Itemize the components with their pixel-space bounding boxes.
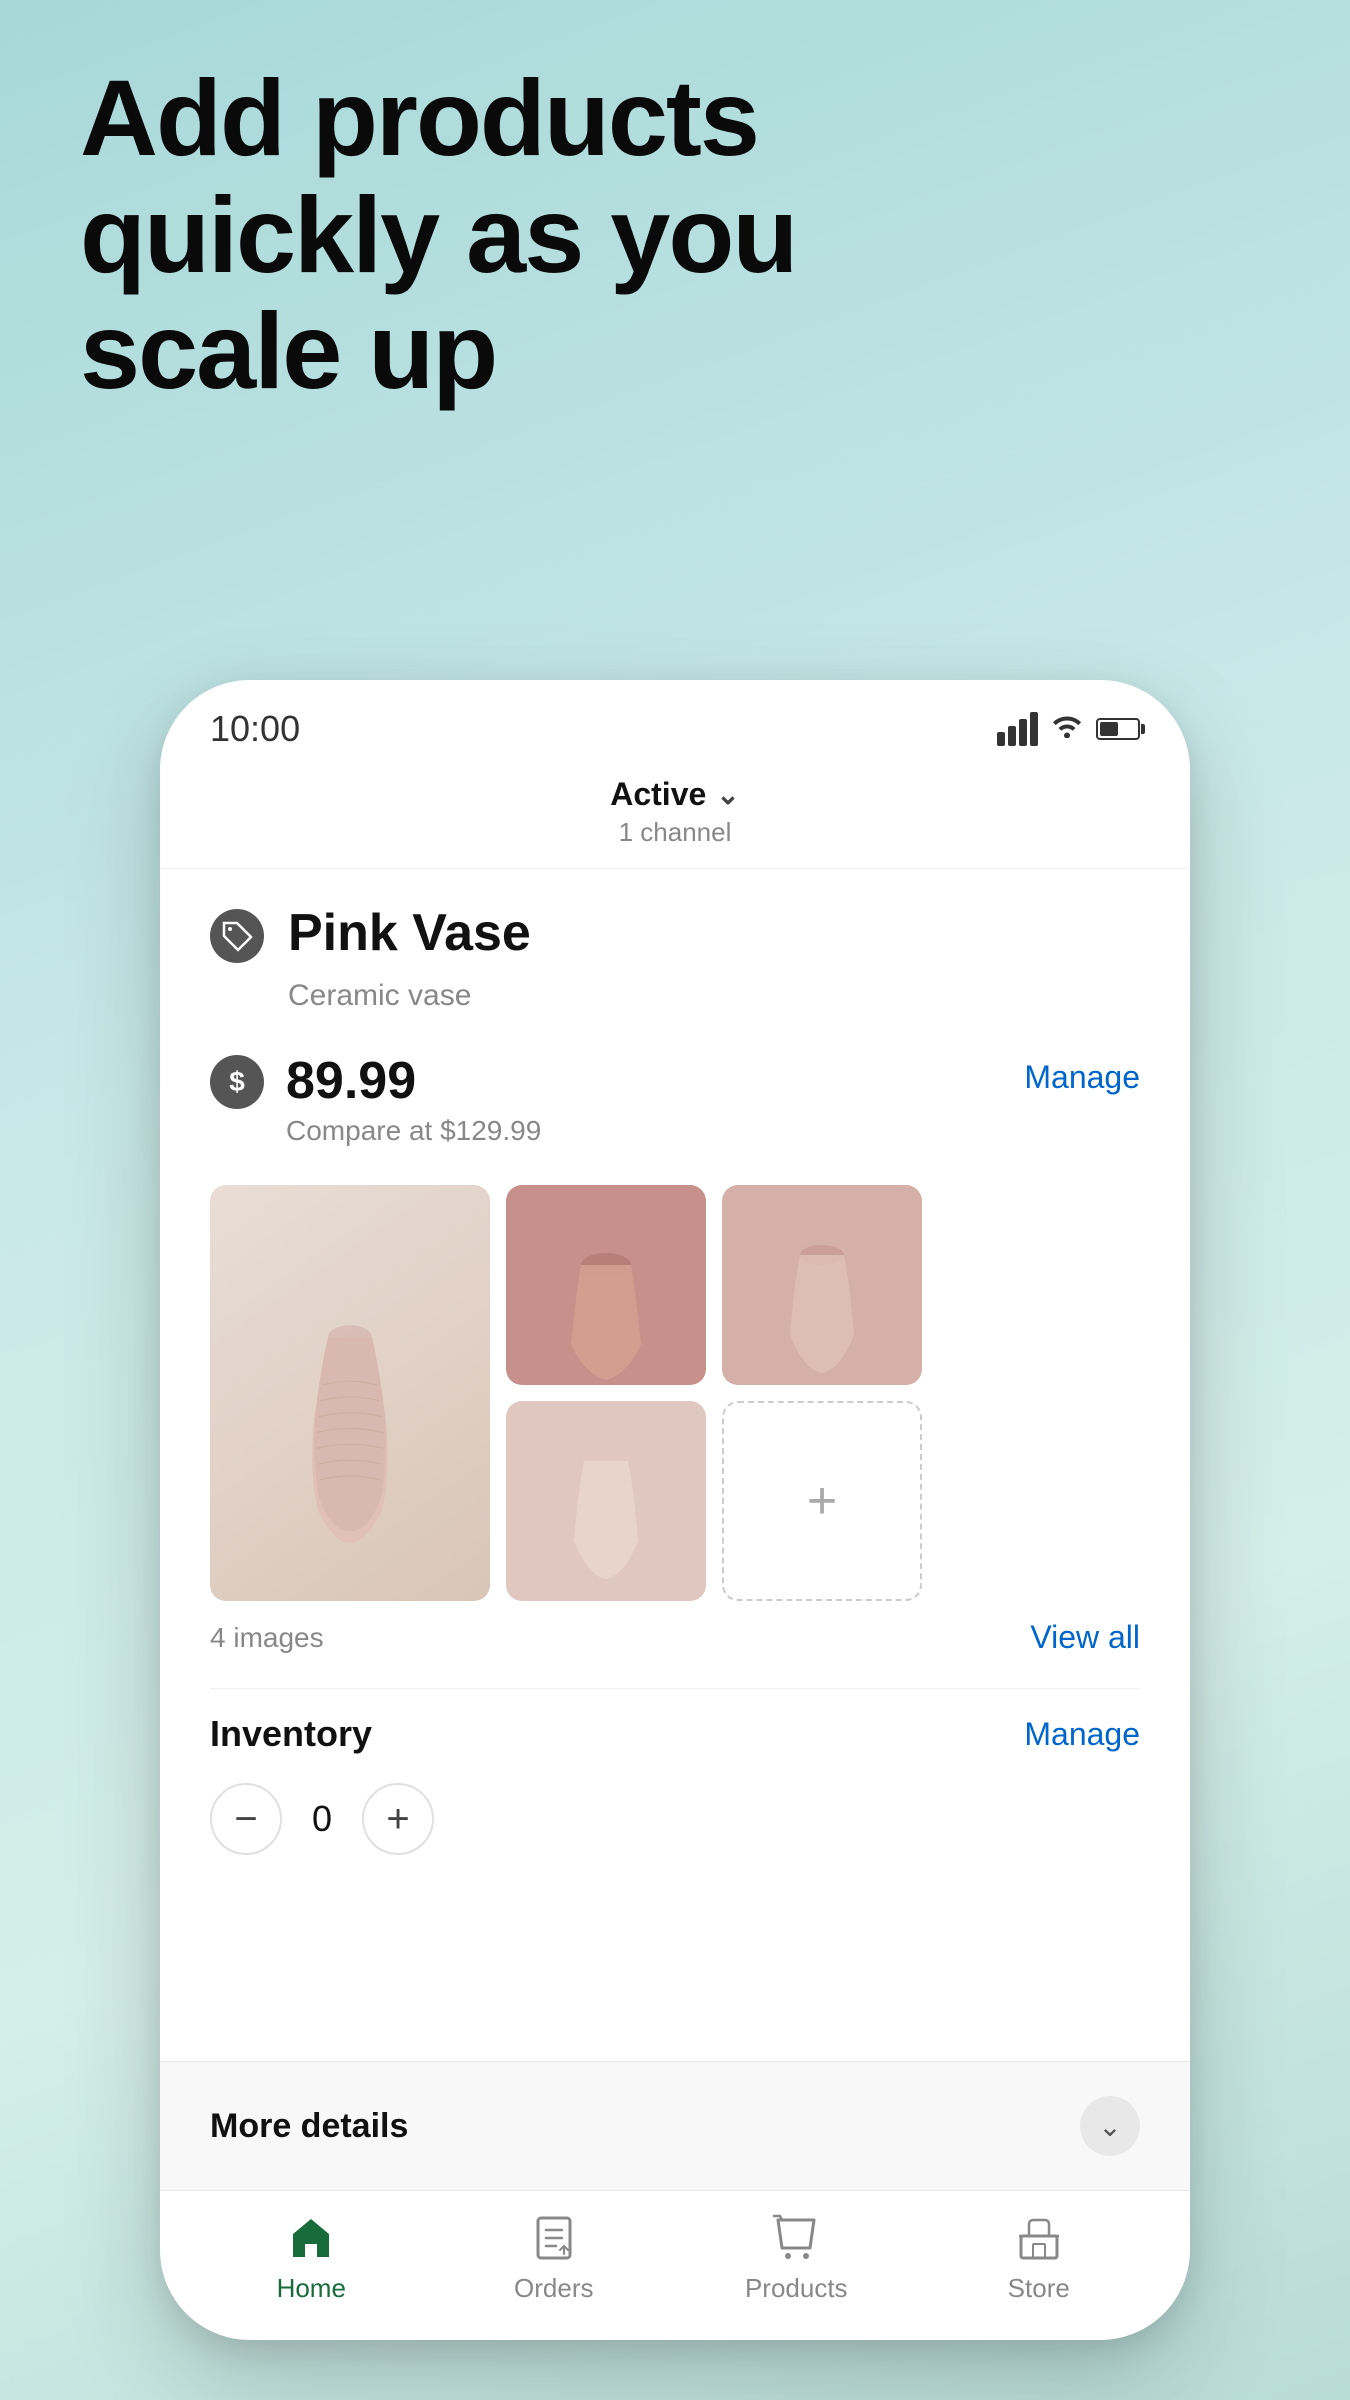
headline: Add products quickly as you scale up (80, 60, 796, 410)
channel-subtext: 1 channel (619, 817, 732, 848)
bottom-nav: Home Orders (160, 2190, 1190, 2340)
product-name: Pink Vase (288, 905, 531, 962)
more-details-chevron-icon[interactable]: ⌄ (1080, 2096, 1140, 2156)
headline-line2: quickly as you (80, 174, 796, 295)
images-grid: + (210, 1185, 1140, 1601)
price-left: $ 89.99 Compare at $129.99 (210, 1051, 541, 1147)
status-time: 10:00 (210, 708, 300, 750)
home-icon (284, 2211, 338, 2265)
more-details-label: More details (210, 2107, 408, 2146)
decrement-button[interactable]: − (210, 1783, 282, 1855)
nav-item-store[interactable]: Store (974, 2211, 1104, 2304)
nav-label-store: Store (1008, 2273, 1070, 2304)
products-icon (769, 2211, 823, 2265)
phone-inner: 10:00 Active ⌄ 1 channe (160, 680, 1190, 2340)
price-row: $ 89.99 Compare at $129.99 Manage (210, 1041, 1140, 1153)
product-title-row: Pink Vase (210, 869, 1140, 971)
view-all-button[interactable]: View all (1030, 1619, 1140, 1656)
inventory-manage-button[interactable]: Manage (1024, 1716, 1140, 1753)
svg-text:$: $ (229, 1066, 245, 1097)
headline-line1: Add products (80, 57, 758, 178)
vase-illustration (260, 1243, 440, 1543)
add-image-button[interactable]: + (722, 1401, 922, 1601)
inventory-header: Inventory Manage (210, 1713, 1140, 1755)
increment-button[interactable]: + (362, 1783, 434, 1855)
store-icon (1012, 2211, 1066, 2265)
inventory-label: Inventory (210, 1713, 372, 1755)
image-thumb-2[interactable] (722, 1185, 922, 1385)
image-thumb-1[interactable] (506, 1185, 706, 1385)
signal-icon (997, 712, 1038, 746)
orders-icon (527, 2211, 581, 2265)
channel-chevron-icon: ⌄ (716, 778, 739, 811)
nav-item-home[interactable]: Home (246, 2211, 376, 2304)
headline-line3: scale up (80, 290, 496, 411)
price-compare: Compare at $129.99 (286, 1115, 541, 1147)
channel-status[interactable]: Active ⌄ (610, 776, 740, 813)
inventory-section: Inventory Manage − 0 + (210, 1688, 1140, 1879)
price-main: 89.99 (286, 1051, 541, 1111)
more-details-row[interactable]: More details ⌄ (160, 2061, 1190, 2190)
nav-item-orders[interactable]: Orders (489, 2211, 619, 2304)
nav-label-orders: Orders (514, 2273, 593, 2304)
product-content: Pink Vase Ceramic vase $ 89.99 Compare a… (160, 869, 1190, 2061)
nav-label-products: Products (745, 2273, 848, 2304)
channel-status-text: Active (610, 776, 706, 813)
channel-header: Active ⌄ 1 channel (160, 760, 1190, 869)
image-main[interactable] (210, 1185, 490, 1601)
images-count: 4 images (210, 1622, 324, 1654)
status-icons (997, 712, 1140, 746)
tag-icon (210, 909, 264, 963)
inventory-value: 0 (302, 1798, 342, 1840)
image-thumb-3[interactable] (506, 1401, 706, 1601)
price-manage-button[interactable]: Manage (1024, 1051, 1140, 1096)
status-bar: 10:00 (160, 680, 1190, 760)
nav-item-products[interactable]: Products (731, 2211, 861, 2304)
inventory-stepper: − 0 + (210, 1783, 1140, 1855)
phone-shell: 10:00 Active ⌄ 1 channe (160, 680, 1190, 2340)
images-footer: 4 images View all (210, 1619, 1140, 1656)
wifi-icon (1050, 712, 1084, 746)
product-type: Ceramic vase (210, 971, 1140, 1041)
dollar-icon: $ (210, 1055, 264, 1109)
nav-label-home: Home (277, 2273, 346, 2304)
battery-icon (1096, 718, 1140, 740)
price-info: 89.99 Compare at $129.99 (286, 1051, 541, 1147)
